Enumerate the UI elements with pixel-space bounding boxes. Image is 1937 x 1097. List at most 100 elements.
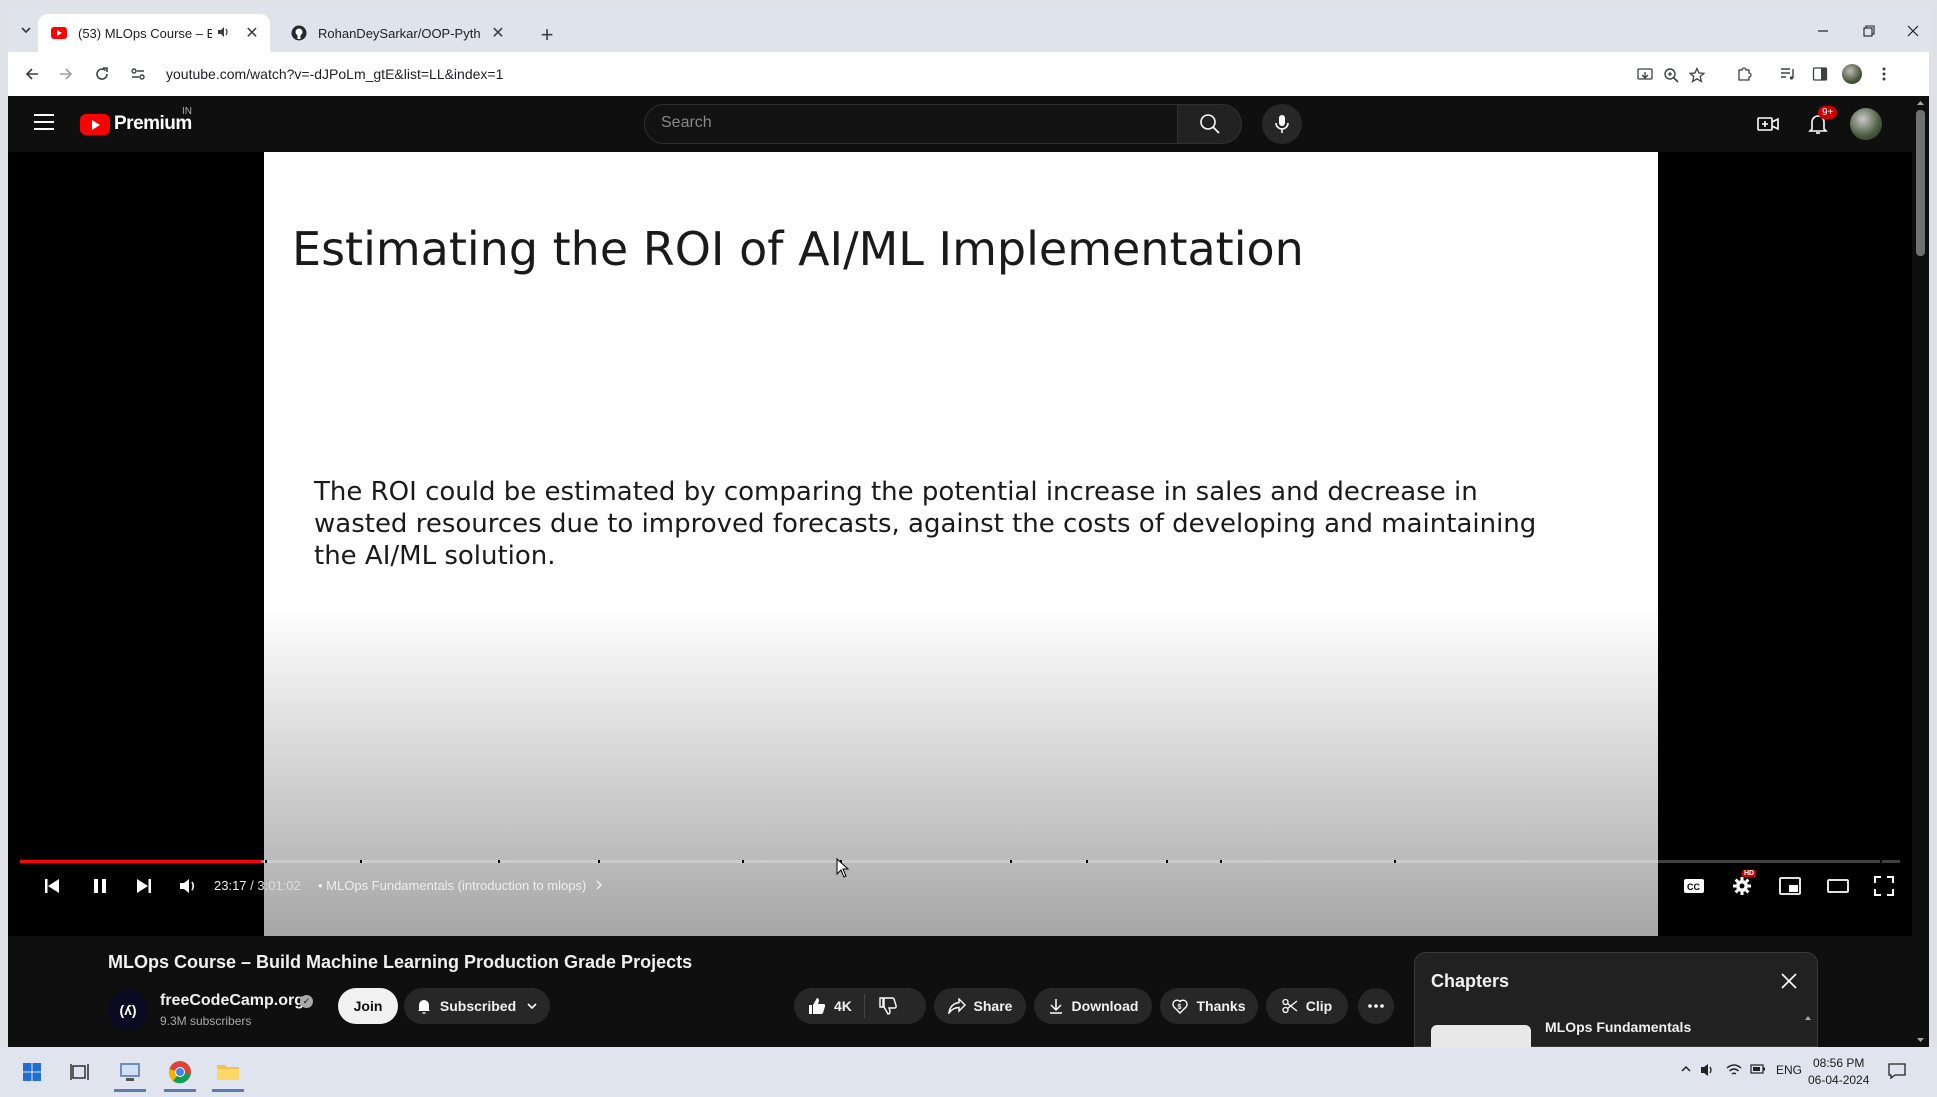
tab-github[interactable]: RohanDeySarkar/OOP-Python ✕ — [278, 14, 516, 52]
download-button[interactable]: Download — [1034, 988, 1152, 1024]
create-button[interactable] — [1754, 110, 1782, 138]
system-clock[interactable]: 08:56 PM 06-04-2024 — [1808, 1055, 1869, 1089]
speaker-icon[interactable] — [216, 25, 234, 42]
time-separator: / — [246, 878, 258, 893]
media-control-button[interactable] — [1776, 62, 1800, 86]
account-avatar[interactable] — [1850, 108, 1882, 140]
thanks-button[interactable]: $ Thanks — [1160, 988, 1258, 1024]
chrome-icon — [168, 1061, 191, 1084]
page-scrollbar[interactable] — [1912, 96, 1929, 1047]
volume-icon[interactable] — [1700, 1063, 1716, 1077]
theater-mode-button[interactable] — [1820, 868, 1856, 904]
closed-captions-icon: CC — [1684, 879, 1704, 893]
task-view-button[interactable] — [58, 1052, 102, 1092]
extensions-button[interactable] — [1732, 62, 1756, 86]
next-button[interactable] — [126, 868, 162, 904]
chapter-marker — [1010, 860, 1012, 863]
watch-metadata: MLOps Course – Build Machine Learning Pr… — [8, 936, 1912, 1047]
profile-button[interactable] — [1840, 62, 1864, 86]
reload-icon — [96, 67, 108, 80]
close-icon — [1907, 25, 1919, 37]
zoom-icon[interactable] — [1662, 66, 1680, 84]
wifi-icon[interactable] — [1726, 1063, 1742, 1077]
download-label: Download — [1071, 998, 1139, 1014]
channel-name[interactable]: freeCodeCamp.org — [160, 992, 304, 1010]
close-window-button[interactable] — [1898, 20, 1928, 42]
taskbar-app-explorer[interactable] — [206, 1052, 250, 1092]
progress-bar[interactable] — [20, 860, 1900, 863]
scroll-up-arrow-icon[interactable] — [1803, 1013, 1813, 1047]
chapter-title: • MLOps Fundamentals (introduction to ml… — [318, 878, 587, 893]
previous-button[interactable] — [34, 868, 70, 904]
dislike-button[interactable] — [865, 997, 897, 1015]
remote-desktop-icon — [120, 1063, 140, 1081]
channel-avatar[interactable]: (ʎ) — [108, 990, 148, 1030]
restore-button[interactable] — [1854, 20, 1884, 42]
tab-title: (53) MLOps Course – Build — [78, 25, 212, 41]
search-input[interactable] — [661, 114, 1141, 132]
battery-icon[interactable] — [1750, 1063, 1766, 1075]
clip-button[interactable]: Clip — [1266, 988, 1348, 1024]
like-button[interactable]: 4K — [794, 994, 865, 1018]
voice-search-button[interactable] — [1262, 104, 1302, 144]
scrollbar-thumb[interactable] — [1916, 110, 1925, 256]
scroll-down-arrow-icon[interactable] — [1912, 1035, 1929, 1045]
chapter-marker — [1220, 860, 1222, 863]
slide-title: Estimating the ROI of AI/ML Implementati… — [292, 222, 1304, 276]
taskbar-app-remote[interactable] — [108, 1052, 152, 1092]
tab-youtube[interactable]: (53) MLOps Course – Build ✕ — [38, 14, 270, 52]
reload-button[interactable] — [90, 62, 114, 86]
close-tab-icon[interactable]: ✕ — [488, 23, 508, 43]
chapter-thumbnail[interactable] — [1431, 1025, 1531, 1047]
close-tab-icon[interactable]: ✕ — [242, 23, 262, 43]
chapter-item-title[interactable]: MLOps Fundamentals — [1545, 1019, 1691, 1035]
notification-center-icon[interactable] — [1888, 1063, 1906, 1079]
chapter-marker — [360, 860, 362, 863]
taskbar-app-chrome[interactable] — [158, 1052, 202, 1092]
site-settings-icon[interactable] — [130, 66, 146, 82]
start-button[interactable] — [10, 1052, 54, 1092]
side-panel-button[interactable] — [1808, 62, 1832, 86]
chevron-down-icon — [527, 1003, 537, 1010]
country-code: IN — [182, 106, 192, 117]
minimize-button[interactable] — [1808, 20, 1838, 42]
new-tab-button[interactable]: + — [536, 22, 558, 47]
clip-label: Clip — [1305, 998, 1333, 1014]
thumbs-up-icon — [809, 998, 826, 1014]
subscribed-label: Subscribed — [439, 998, 517, 1014]
search-button[interactable] — [1178, 104, 1242, 144]
address-bar[interactable]: youtube.com/watch?v=-dJPoLm_gtE&list=LL&… — [130, 57, 1730, 91]
svg-text:$: $ — [1178, 1004, 1182, 1011]
input-language[interactable]: ENG — [1776, 1063, 1802, 1077]
subtitles-button[interactable]: CC — [1676, 868, 1712, 904]
notifications-button[interactable]: 9+ — [1804, 106, 1838, 138]
chapter-marker — [1086, 860, 1088, 863]
subscribed-button[interactable]: Subscribed — [404, 988, 550, 1024]
bookmark-star-icon[interactable] — [1688, 66, 1706, 84]
screen: (53) MLOps Course – Build ✕ RohanDeySark… — [0, 0, 1937, 1097]
miniplayer-button[interactable] — [1772, 868, 1808, 904]
back-button[interactable] — [20, 62, 44, 86]
forward-button[interactable] — [54, 62, 78, 86]
tab-search-button[interactable] — [14, 18, 38, 42]
share-button[interactable]: Share — [934, 988, 1026, 1024]
fullscreen-button[interactable] — [1866, 868, 1902, 904]
more-actions-button[interactable] — [1358, 988, 1394, 1024]
video-player[interactable]: Estimating the ROI of AI/ML Implementati… — [8, 152, 1912, 936]
chevron-up-icon[interactable] — [1680, 1063, 1692, 1075]
scroll-up-arrow-icon[interactable] — [1912, 98, 1929, 108]
verified-check-icon: ✓ — [300, 995, 313, 1008]
chapter-title-button[interactable]: • MLOps Fundamentals (introduction to ml… — [318, 878, 604, 893]
like-count: 4K — [834, 998, 852, 1014]
join-button[interactable]: Join — [338, 988, 398, 1024]
close-chapters-button[interactable] — [1777, 969, 1801, 993]
chrome-menu-button[interactable] — [1872, 62, 1896, 86]
mute-button[interactable] — [170, 868, 206, 904]
share-label: Share — [973, 998, 1013, 1014]
install-app-icon[interactable] — [1636, 66, 1654, 84]
settings-button[interactable]: HD — [1724, 868, 1760, 904]
hamburger-menu-icon[interactable] — [34, 114, 54, 132]
chapter-marker — [498, 860, 500, 863]
pause-button[interactable] — [82, 868, 118, 904]
youtube-logo[interactable]: Premium IN — [80, 106, 192, 135]
